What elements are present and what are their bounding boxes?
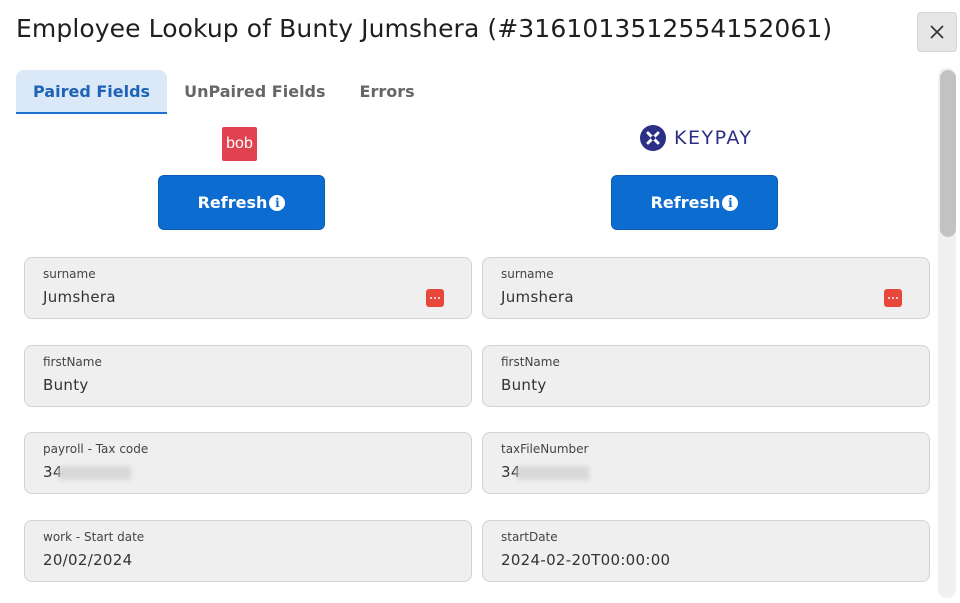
field-value: 34: [501, 463, 589, 481]
info-icon: i: [722, 194, 739, 211]
field-label: startDate: [501, 530, 558, 544]
keypay-logo-icon: [640, 125, 666, 151]
field-value: Jumshera: [501, 288, 574, 306]
keypay-logo: KEYPAY: [640, 124, 752, 152]
tab-errors[interactable]: Errors: [343, 70, 432, 112]
info-icon: i: [269, 194, 286, 211]
bob-logo: bob: [222, 127, 257, 161]
left-field-tax-code[interactable]: payroll - Tax code 34: [24, 432, 472, 494]
scrollbar-thumb[interactable]: [940, 70, 956, 237]
field-label: firstName: [43, 355, 102, 369]
close-icon: [930, 25, 944, 39]
field-label: taxFileNumber: [501, 442, 589, 456]
keypay-logo-text: KEYPAY: [674, 127, 753, 149]
right-field-start-date[interactable]: startDate 2024-02-20T00:00:00: [482, 520, 930, 582]
right-field-firstname[interactable]: firstName Bunty: [482, 345, 930, 407]
tab-bar: Paired Fields UnPaired Fields Errors: [16, 70, 432, 114]
refresh-button-right[interactable]: Refresh i: [611, 175, 778, 230]
redacted-block: [58, 465, 131, 480]
dialog-title: Employee Lookup of Bunty Jumshera (#3161…: [16, 14, 833, 43]
field-value: Bunty: [43, 376, 89, 394]
field-value: 2024-02-20T00:00:00: [501, 551, 671, 569]
field-label: surname: [43, 267, 96, 281]
left-field-start-date[interactable]: work - Start date 20/02/2024: [24, 520, 472, 582]
bob-logo-text: bob: [226, 135, 253, 152]
more-options-icon[interactable]: [884, 289, 902, 307]
tab-unpaired-fields[interactable]: UnPaired Fields: [167, 70, 342, 112]
refresh-button-label: Refresh: [650, 193, 721, 212]
left-field-firstname[interactable]: firstName Bunty: [24, 345, 472, 407]
more-options-icon[interactable]: [426, 289, 444, 307]
refresh-button-left[interactable]: Refresh i: [158, 175, 325, 230]
field-value: 34: [43, 463, 131, 481]
field-value: 20/02/2024: [43, 551, 133, 569]
tab-paired-fields[interactable]: Paired Fields: [16, 70, 168, 114]
field-label: work - Start date: [43, 530, 145, 544]
left-field-surname[interactable]: surname Jumshera: [24, 257, 472, 319]
field-label: firstName: [501, 355, 560, 369]
redacted-block: [516, 465, 589, 480]
right-field-tax-file-number[interactable]: taxFileNumber 34: [482, 432, 930, 494]
refresh-button-label: Refresh: [197, 193, 268, 212]
close-button[interactable]: [917, 12, 957, 52]
field-value: Bunty: [501, 376, 547, 394]
field-label: payroll - Tax code: [43, 442, 149, 456]
right-field-surname[interactable]: surname Jumshera: [482, 257, 930, 319]
field-label: surname: [501, 267, 554, 281]
field-value: Jumshera: [43, 288, 116, 306]
